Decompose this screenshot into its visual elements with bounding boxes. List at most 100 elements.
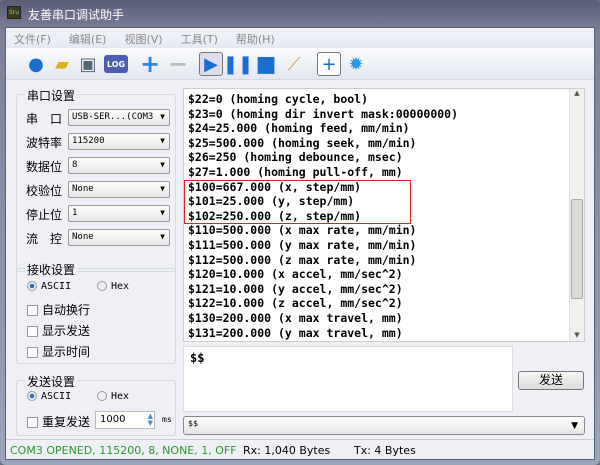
send-button[interactable]: 发送 (518, 371, 584, 390)
new-file-icon[interactable]: ● (24, 52, 48, 76)
history-value: $$ (188, 419, 199, 428)
radio-label: ASCII (41, 281, 72, 292)
serial-label: 串 口 (26, 112, 63, 126)
gear-icon[interactable]: ✹ (344, 52, 368, 76)
serial-combo[interactable]: 115200 ▼ (68, 133, 170, 150)
checkbox-label: 显示时间 (42, 345, 91, 359)
scroll-down-icon[interactable]: ▼ (570, 331, 584, 339)
status-port: COM3 OPENED, 115200, 8, NONE, 1, OFF (10, 444, 237, 457)
client-area: 文件(F) 编辑(E) 视图(V) 工具(T) 帮助(H) ● ▰ ▣ LOG … (5, 27, 595, 460)
chevron-down-icon: ▼ (160, 208, 165, 217)
radio-icon (27, 281, 37, 291)
output-line: $122=10.000 (z accel, mm/sec^2) (188, 296, 403, 311)
status-tx: Tx: 4 Bytes (354, 444, 416, 457)
interval-unit: ms (162, 415, 172, 424)
serial-label: 校验位 (26, 184, 63, 198)
output-line: $112=500.000 (z max rate, mm/min) (188, 252, 417, 267)
scroll-thumb[interactable] (571, 199, 583, 299)
menu-tools[interactable]: 工具(T) (181, 31, 218, 46)
serial-label: 流 控 (26, 232, 63, 246)
send-hex-radio[interactable]: Hex (97, 391, 129, 402)
output-line: $110=500.000 (x max rate, mm/min) (188, 223, 417, 238)
status-bar: COM3 OPENED, 115200, 8, NONE, 1, OFF Rx:… (6, 439, 594, 460)
receive-settings-group: 接收设置 ASCII Hex 自动换行 显示发送 显示时间 (16, 261, 176, 364)
checkbox-icon (27, 326, 38, 337)
output-line: $23=0 (homing dir invert mask:00000000) (188, 106, 459, 121)
chevron-down-icon: ▼ (160, 184, 165, 193)
repeat-send-checkbox[interactable]: 重复发送 (27, 413, 90, 430)
group-label: 发送设置 (25, 373, 78, 390)
menubar: 文件(F) 编辑(E) 视图(V) 工具(T) 帮助(H) (6, 28, 594, 48)
output-line: $130=200.000 (x max travel, mm) (188, 310, 403, 325)
chevron-down-icon: ▼ (160, 160, 165, 169)
receive-hex-radio[interactable]: Hex (97, 281, 129, 292)
menu-view[interactable]: 视图(V) (124, 31, 162, 46)
output-line: $24=25.000 (homing feed, mm/min) (188, 121, 410, 136)
plus-icon[interactable]: + (138, 50, 162, 78)
serial-label: 波特率 (26, 136, 63, 150)
vertical-scrollbar[interactable]: ▲ ▼ (569, 89, 584, 341)
menu-edit[interactable]: 编辑(E) (69, 31, 107, 46)
output-line: $25=500.000 (homing seek, mm/min) (188, 135, 417, 150)
output-line: $120=10.000 (x accel, mm/sec^2) (188, 267, 403, 282)
combo-value: 115200 (72, 136, 105, 146)
output-line: $22=0 (homing cycle, bool) (188, 92, 369, 106)
receive-output[interactable]: $22=0 (homing cycle, bool) $23=0 (homing … (183, 88, 585, 342)
serial-combo[interactable]: 1 ▼ (68, 205, 170, 222)
pause-icon[interactable]: ❚❚ (223, 52, 253, 76)
combo-value: USB-SER...(COM3 (72, 112, 154, 122)
highlight-box (184, 180, 411, 224)
checkbox-label: 重复发送 (42, 415, 91, 429)
log-icon[interactable]: LOG (104, 55, 128, 73)
open-folder-icon[interactable]: ▰ (50, 52, 74, 76)
serial-combo[interactable]: 8 ▼ (68, 157, 170, 174)
app-icon: Sru (7, 6, 21, 19)
output-line: $27=1.000 (homing pull-off, mm) (188, 164, 403, 179)
output-line: $26=250 (homing debounce, msec) (188, 150, 403, 165)
menu-help[interactable]: 帮助(H) (236, 31, 275, 46)
serial-combo[interactable]: None ▼ (68, 229, 170, 246)
checkbox-label: 显示发送 (42, 324, 91, 338)
checkbox-icon (27, 305, 38, 316)
serial-label: 停止位 (26, 208, 63, 222)
send-input[interactable]: $$ (183, 346, 513, 412)
show-time-checkbox[interactable]: 显示时间 (27, 343, 90, 360)
chevron-down-icon: ▼ (160, 136, 165, 145)
output-line: $121=10.000 (y accel, mm/sec^2) (188, 281, 403, 296)
menu-file[interactable]: 文件(F) (14, 31, 51, 46)
auto-wrap-checkbox[interactable]: 自动换行 (27, 301, 90, 318)
chevron-down-icon: ▼ (160, 112, 165, 121)
minus-icon[interactable]: − (166, 50, 190, 78)
checkbox-label: 自动换行 (42, 303, 91, 317)
checkbox-icon (27, 347, 38, 358)
toolbar: ● ▰ ▣ LOG + − ▶ ❚❚ ■ ⟋ + ✹ (6, 48, 594, 80)
history-combo[interactable]: $$ ▼ (183, 416, 585, 435)
combo-value: None (72, 184, 94, 194)
serial-combo[interactable]: None ▼ (68, 181, 170, 198)
chevron-down-icon[interactable]: ▼ (571, 421, 578, 431)
combo-value: None (72, 232, 94, 242)
scroll-up-icon[interactable]: ▲ (570, 89, 584, 97)
radio-icon (97, 391, 107, 401)
group-label: 接收设置 (25, 261, 78, 278)
radio-icon (27, 391, 37, 401)
combo-value: 8 (72, 160, 78, 170)
radio-label: ASCII (41, 391, 72, 402)
start-icon[interactable]: ▶ (199, 52, 223, 76)
interval-spinbox[interactable]: 1000 ▲ ▼ (95, 411, 155, 429)
group-label: 串口设置 (25, 87, 78, 104)
broom-icon[interactable]: ⟋ (282, 52, 306, 76)
radio-label: Hex (111, 281, 130, 292)
window-title: 友善串口调试助手 (28, 8, 125, 22)
stop-icon[interactable]: ■ (254, 52, 278, 77)
save-icon[interactable]: ▣ (76, 52, 100, 76)
add-window-icon[interactable]: + (317, 52, 341, 76)
app-window: Sru 友善串口调试助手 文件(F) 编辑(E) 视图(V) 工具(T) 帮助(… (0, 0, 600, 465)
show-send-checkbox[interactable]: 显示发送 (27, 322, 90, 339)
send-ascii-radio[interactable]: ASCII (27, 391, 71, 402)
combo-value: 1 (72, 208, 78, 218)
interval-value: 1000 (100, 414, 126, 425)
spin-arrows-icon[interactable]: ▲ ▼ (148, 413, 153, 427)
serial-combo[interactable]: USB-SER...(COM3 ▼ (68, 109, 170, 126)
receive-ascii-radio[interactable]: ASCII (27, 281, 71, 292)
